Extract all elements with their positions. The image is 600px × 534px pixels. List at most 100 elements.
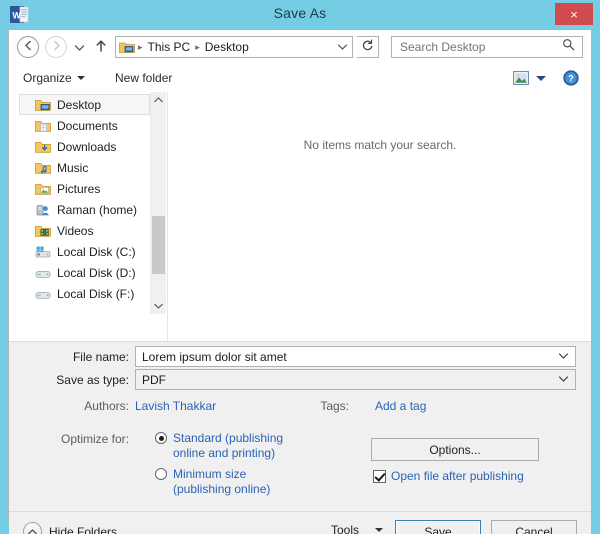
recent-locations-icon bbox=[74, 38, 84, 56]
scroll-down-icon[interactable] bbox=[151, 298, 166, 314]
navpane-scrollbar[interactable] bbox=[150, 92, 166, 314]
help-icon[interactable]: ? bbox=[563, 70, 579, 86]
dialog-footer: Hide Folders Tools Save Cancel wsxdn.com bbox=[9, 511, 591, 534]
file-list-pane[interactable]: No items match your search. bbox=[167, 92, 591, 341]
add-a-tag-link[interactable]: Add a tag bbox=[375, 399, 426, 413]
save-as-type-select[interactable]: PDF bbox=[135, 369, 576, 390]
music-folder-icon bbox=[35, 161, 51, 175]
breadcrumb-separator-1: ▸ bbox=[195, 41, 200, 52]
breadcrumb-separator-0: ▸ bbox=[138, 41, 143, 52]
sidebar-item-label: Downloads bbox=[57, 139, 117, 154]
save-button[interactable]: Save bbox=[395, 520, 481, 534]
hide-folders-label: Hide Folders bbox=[49, 524, 118, 534]
sidebar-item-label: Pictures bbox=[57, 181, 101, 196]
sidebar-item-pictures[interactable]: Pictures bbox=[19, 178, 150, 199]
forward-button[interactable] bbox=[45, 36, 67, 58]
new-folder-button[interactable]: New folder bbox=[115, 69, 172, 87]
forward-arrow-icon bbox=[51, 40, 62, 54]
drive-icon bbox=[35, 266, 51, 280]
breadcrumb-this-pc[interactable]: This PC bbox=[146, 40, 193, 54]
sidebar-item-label: Local Disk (F:) bbox=[57, 286, 135, 301]
close-button[interactable]: × bbox=[555, 3, 593, 25]
back-button[interactable] bbox=[17, 36, 39, 58]
browse-area: Desktop Documents Downloads Music Pictur… bbox=[9, 92, 591, 341]
save-as-type-value: PDF bbox=[142, 372, 166, 387]
authors-label: Authors: bbox=[84, 399, 129, 413]
file-name-value: Lorem ipsum dolor sit amet bbox=[142, 349, 287, 364]
sidebar-item-local-disk-c[interactable]: Local Disk (C:) bbox=[19, 241, 150, 262]
sidebar-item-raman-home[interactable]: Raman (home) bbox=[19, 199, 150, 220]
sidebar-item-label: Music bbox=[57, 160, 89, 175]
navigation-bar: ▸ This PC ▸ Desktop bbox=[9, 30, 591, 64]
sidebar-item-label: Local Disk (C:) bbox=[57, 244, 136, 259]
videos-folder-icon bbox=[35, 224, 51, 238]
sidebar-item-downloads[interactable]: Downloads bbox=[19, 136, 150, 157]
open-after-publishing-checkbox[interactable] bbox=[373, 469, 386, 483]
scroll-up-icon[interactable] bbox=[151, 92, 166, 108]
chevron-up-circle-icon bbox=[23, 522, 42, 534]
radio-standard-label: Standard (publishing online and printing… bbox=[173, 431, 284, 460]
desktop-folder-icon bbox=[35, 98, 51, 112]
sidebar-item-local-disk-f[interactable]: Local Disk (F:) bbox=[19, 283, 150, 304]
tools-button[interactable]: Tools bbox=[331, 523, 384, 534]
sidebar-item-label: Desktop bbox=[57, 97, 102, 112]
options-button-label: Options... bbox=[429, 442, 481, 457]
chevron-down-icon bbox=[375, 528, 384, 532]
refresh-icon bbox=[361, 39, 374, 55]
tags-label: Tags: bbox=[320, 399, 349, 413]
new-folder-label: New folder bbox=[115, 71, 173, 85]
chevron-down-icon[interactable] bbox=[558, 351, 569, 362]
screenshot-root: W Save As × ▸ This PC ▸ Desktop Search D… bbox=[0, 0, 600, 534]
view-dropdown-icon[interactable] bbox=[536, 76, 546, 81]
radio-minimum-size-indicator bbox=[155, 468, 167, 480]
address-bar[interactable]: ▸ This PC ▸ Desktop bbox=[115, 36, 353, 58]
documents-folder-icon bbox=[35, 119, 51, 133]
organize-button[interactable]: Organize bbox=[23, 69, 85, 87]
sidebar-item-desktop[interactable]: Desktop bbox=[19, 94, 150, 115]
refresh-button[interactable] bbox=[357, 36, 379, 58]
scrollbar-thumb[interactable] bbox=[152, 216, 165, 274]
sidebar-item-label: Raman (home) bbox=[57, 202, 138, 217]
title-bar: W Save As × bbox=[0, 0, 600, 29]
empty-results-message: No items match your search. bbox=[303, 138, 457, 152]
search-icon bbox=[562, 38, 575, 56]
sidebar-item-label: Local Disk (D:) bbox=[57, 265, 136, 280]
recent-locations-button[interactable] bbox=[73, 41, 85, 53]
change-view-icon[interactable] bbox=[513, 71, 529, 85]
authors-value-link[interactable]: Lavish Thakkar bbox=[135, 399, 216, 413]
chevron-down-icon[interactable] bbox=[558, 374, 569, 385]
options-button[interactable]: Options... bbox=[371, 438, 539, 461]
sidebar-item-music[interactable]: Music bbox=[19, 157, 150, 178]
search-box[interactable] bbox=[391, 36, 583, 58]
pictures-folder-icon bbox=[35, 182, 51, 196]
system-drive-icon bbox=[35, 245, 51, 259]
desktop-folder-icon bbox=[119, 40, 135, 54]
navigation-pane: Desktop Documents Downloads Music Pictur… bbox=[19, 94, 150, 312]
search-input[interactable] bbox=[398, 39, 552, 55]
svg-text:?: ? bbox=[568, 74, 574, 84]
downloads-folder-icon bbox=[35, 140, 51, 154]
file-name-input[interactable]: Lorem ipsum dolor sit amet bbox=[135, 346, 576, 367]
open-after-publishing-checkbox-row[interactable]: Open file after publishing bbox=[373, 469, 524, 483]
up-button[interactable] bbox=[93, 38, 109, 56]
cancel-button[interactable]: Cancel bbox=[491, 520, 577, 534]
optimize-for-label: Optimize for: bbox=[60, 432, 129, 446]
sidebar-item-local-disk-d[interactable]: Local Disk (D:) bbox=[19, 262, 150, 283]
radio-minimum-size[interactable]: Minimum size (publishing online) bbox=[155, 467, 300, 497]
radio-standard-indicator bbox=[155, 432, 167, 444]
sidebar-item-videos[interactable]: Videos bbox=[19, 220, 150, 241]
drive-icon bbox=[35, 287, 51, 301]
breadcrumb-desktop[interactable]: Desktop bbox=[203, 40, 251, 54]
address-dropdown-button[interactable] bbox=[337, 42, 348, 53]
radio-standard[interactable]: Standard (publishing online and printing… bbox=[155, 431, 300, 461]
radio-minimum-size-label: Minimum size (publishing online) bbox=[173, 467, 271, 496]
sidebar-item-documents[interactable]: Documents bbox=[19, 115, 150, 136]
save-as-type-label: Save as type: bbox=[56, 373, 129, 387]
tools-label: Tools bbox=[331, 523, 360, 534]
homegroup-user-icon bbox=[35, 203, 51, 217]
organize-label: Organize bbox=[23, 71, 72, 85]
hide-folders-button[interactable]: Hide Folders bbox=[23, 522, 117, 534]
sidebar-item-label: Documents bbox=[57, 118, 118, 133]
close-icon: × bbox=[570, 6, 578, 22]
save-options-panel: File name: Lorem ipsum dolor sit amet Sa… bbox=[9, 341, 591, 523]
